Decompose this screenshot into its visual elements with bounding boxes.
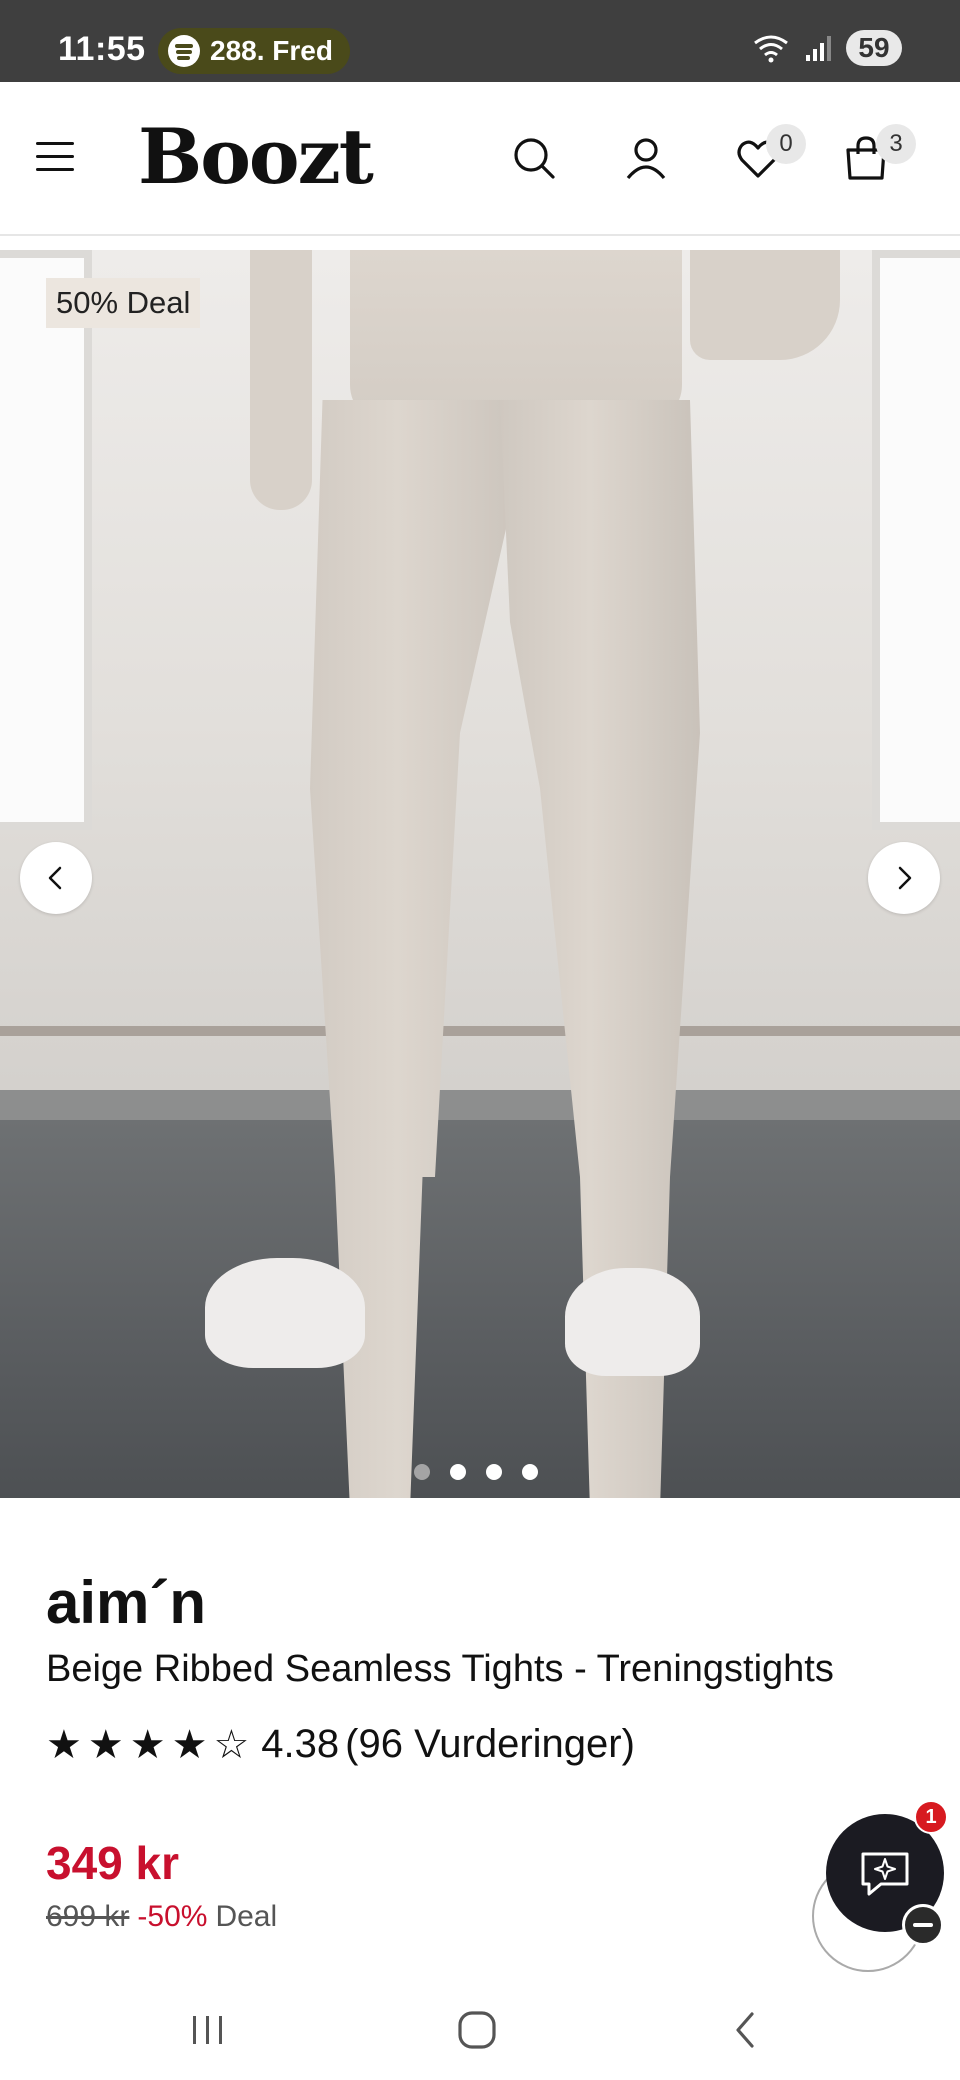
gallery-pagination — [414, 1464, 538, 1480]
star-filled-icon: ★ — [171, 1722, 208, 1767]
current-price: 349 kr — [46, 1837, 180, 1889]
chat-sparkle-icon — [861, 1852, 909, 1896]
status-icons: 59 — [752, 30, 902, 66]
photo-floor — [0, 1120, 960, 1498]
original-price: 699 kr — [46, 1900, 130, 1933]
menu-button[interactable] — [36, 142, 76, 172]
photo-left-sneaker — [205, 1258, 365, 1368]
gallery-dot[interactable] — [450, 1464, 466, 1480]
photo-wall-pipe — [0, 1026, 960, 1036]
rating-value: 4.38 — [261, 1722, 340, 1766]
product-title: Beige Ribbed Seamless Tights - Treningst… — [46, 1648, 834, 1690]
star-empty-icon: ☆ — [213, 1722, 250, 1767]
star-filled-icon: ★ — [87, 1722, 124, 1767]
product-image-gallery[interactable]: 50% Deal — [0, 250, 960, 1498]
search-icon[interactable] — [510, 134, 558, 182]
gallery-dot[interactable] — [414, 1464, 430, 1480]
media-title: 288. Fred — [210, 35, 333, 66]
account-icon[interactable] — [622, 134, 670, 182]
photo-window-right — [872, 250, 960, 830]
previous-image-button[interactable] — [20, 842, 92, 914]
price-details: 699 kr -50% Deal — [46, 1900, 277, 1934]
site-header: Boozt 0 3 — [0, 82, 960, 236]
photo-model-left-arm — [250, 250, 312, 510]
recent-apps-button[interactable] — [178, 2000, 238, 2060]
home-button[interactable] — [447, 2000, 507, 2060]
spotify-icon — [168, 35, 200, 67]
discount-percent: -50% — [137, 1900, 208, 1933]
next-image-button[interactable] — [868, 842, 940, 914]
deal-badge: 50% Deal — [46, 278, 201, 328]
wishlist-count-badge: 0 — [766, 124, 806, 164]
photo-model-right-arm — [690, 250, 840, 360]
product-rating[interactable]: ★ ★ ★ ★ ☆ 4.38 (96 Vurderinger) — [46, 1722, 635, 1767]
rating-count: (96 Vurderinger) — [345, 1722, 635, 1766]
signal-icon — [806, 36, 831, 61]
boozt-logo[interactable]: Boozt — [138, 112, 374, 201]
battery-indicator: 59 — [846, 30, 902, 66]
chevron-left-icon — [48, 866, 62, 890]
star-filled-icon: ★ — [46, 1722, 82, 1767]
back-icon — [736, 2012, 754, 2048]
system-navigation-bar — [0, 1980, 960, 2080]
star-filled-icon: ★ — [129, 1722, 166, 1767]
status-bar: 11:55 288. Fred 59 — [0, 0, 960, 82]
chat-minimize-button[interactable] — [902, 1904, 944, 1946]
media-notification-pill[interactable]: 288. Fred — [158, 28, 350, 74]
product-brand[interactable]: aim´n — [46, 1568, 206, 1637]
gallery-dot[interactable] — [486, 1464, 502, 1480]
chat-notification-badge: 1 — [914, 1800, 948, 1834]
photo-window-left — [0, 250, 92, 830]
home-icon — [458, 2011, 496, 2049]
gallery-dot[interactable] — [522, 1464, 538, 1480]
cart-count-badge: 3 — [876, 124, 916, 164]
photo-leggings-waistband — [350, 250, 682, 425]
status-time: 11:55 — [58, 30, 146, 68]
chevron-right-icon — [898, 866, 912, 890]
back-button[interactable] — [716, 2000, 776, 2060]
deal-label: Deal — [215, 1900, 278, 1933]
wifi-icon — [754, 35, 788, 63]
recent-apps-icon — [193, 2016, 222, 2044]
photo-right-sneaker — [565, 1268, 700, 1376]
